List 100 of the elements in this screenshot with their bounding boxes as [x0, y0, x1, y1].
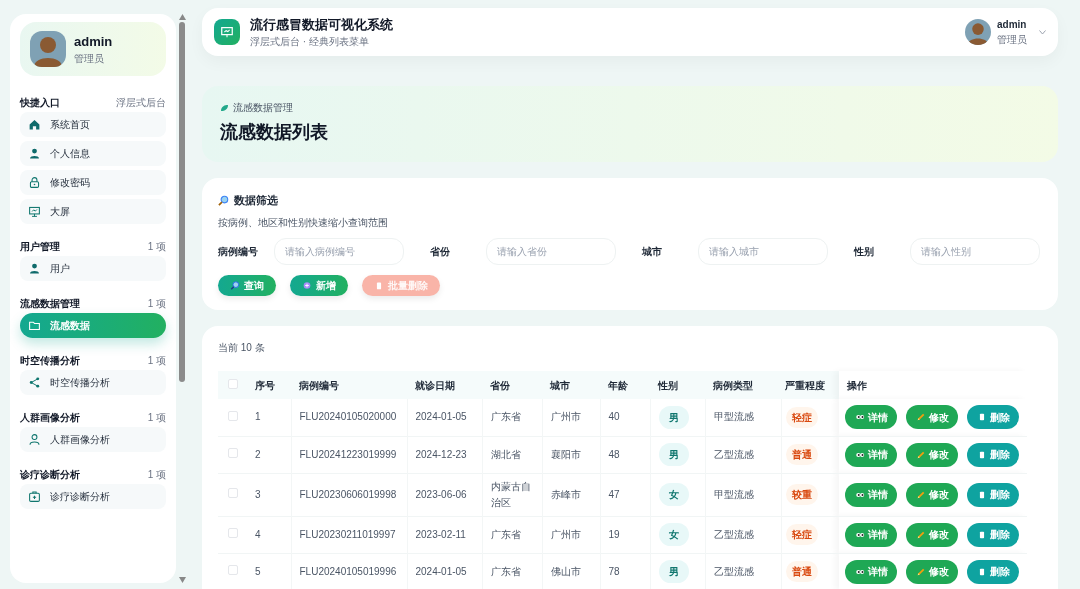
section-title: 数据筛选	[234, 193, 278, 208]
group-count: 1 项	[147, 296, 166, 311]
table-cell: 乙型流感	[713, 565, 754, 577]
table-cell: 47	[608, 488, 620, 500]
row-action-button[interactable]: 修改	[906, 522, 958, 547]
person-icon	[28, 433, 41, 446]
lock-icon	[28, 176, 41, 189]
field-label: 城市	[642, 244, 663, 259]
row-action-button[interactable]: 删除	[967, 522, 1019, 547]
row-action-button[interactable]: 删除	[967, 559, 1019, 584]
row-action-button[interactable]: 修改	[906, 405, 958, 430]
filter-button[interactable]: 新增	[290, 274, 348, 296]
sidebar-item[interactable]: 用户	[20, 256, 166, 281]
table-cell: 甲型流感	[713, 411, 754, 423]
checkbox[interactable]	[228, 448, 238, 458]
sidebar-item[interactable]: 诊疗诊断分析	[20, 484, 166, 509]
row-action-button[interactable]: 删除	[967, 405, 1019, 430]
row-action-button[interactable]: 详情	[845, 442, 897, 467]
row-action-button[interactable]: 详情	[845, 482, 897, 507]
row-action-button[interactable]: 详情	[845, 522, 897, 547]
checkbox[interactable]	[228, 528, 238, 538]
severity-tag: 轻症	[785, 406, 818, 428]
home-icon	[28, 118, 41, 131]
filter-button[interactable]: 查询	[218, 274, 276, 296]
table-cell: FLU20230606019998	[299, 488, 397, 500]
input-field[interactable]: 请输入性别	[910, 237, 1040, 265]
table-cell: 乙型流感	[713, 528, 754, 540]
group-count: 浮层式后台	[116, 95, 166, 110]
input-field[interactable]: 请输入病例编号	[274, 237, 404, 265]
sidebar-item[interactable]: 大屏	[20, 199, 166, 224]
table-cell: 广州市	[550, 411, 581, 423]
row-action-button[interactable]: 修改	[906, 559, 958, 584]
column-header: 年龄	[608, 379, 628, 391]
chevron-down-icon[interactable]	[1039, 29, 1046, 35]
group-count: 1 项	[147, 353, 166, 368]
table-cell: 广东省	[490, 565, 521, 577]
pencil-icon	[915, 412, 926, 423]
group-count: 1 项	[147, 467, 166, 482]
user-menu[interactable]: admin 管理员	[965, 17, 1046, 47]
pencil-icon	[915, 529, 926, 540]
page-title: 流感数据列表	[220, 121, 329, 144]
scrollbar-thumb[interactable]	[179, 22, 185, 382]
group-title: 流感数据管理	[20, 296, 80, 311]
checkbox[interactable]	[228, 378, 238, 389]
table-cell: FLU20241223019999	[299, 448, 397, 460]
gender-tag: 男	[658, 405, 689, 429]
input-field[interactable]: 请输入省份	[486, 237, 616, 265]
logo-icon	[214, 19, 240, 45]
table-cell: 2	[255, 448, 261, 460]
record-count: 当前 10 条	[218, 341, 266, 355]
table-cell: 乙型流感	[713, 448, 754, 460]
table-cell: 内蒙古自治区	[490, 480, 531, 508]
gender-tag: 男	[658, 560, 689, 583]
row-action-button[interactable]: 删除	[967, 482, 1019, 507]
severity-tag: 较重	[785, 484, 818, 505]
presentation-board-icon	[28, 205, 41, 218]
sidebar-item[interactable]: 个人信息	[20, 141, 166, 166]
table-cell: FLU20230211019997	[299, 528, 396, 540]
avatar	[30, 31, 66, 67]
severity-tag: 轻症	[785, 524, 818, 545]
row-action-button[interactable]: 修改	[906, 442, 958, 467]
group-title: 诊疗诊断分析	[20, 467, 80, 482]
checkbox[interactable]	[228, 565, 238, 575]
scroll-down-icon[interactable]	[178, 577, 186, 583]
group-title: 快捷入口	[20, 95, 60, 110]
group-title: 人群画像分析	[20, 410, 80, 425]
table-cell: 2023-06-06	[415, 488, 467, 500]
user-name: admin	[74, 32, 113, 51]
sidebar-item[interactable]: 人群画像分析	[20, 427, 166, 452]
column-header: 严重程度	[785, 379, 825, 391]
input-field[interactable]: 请输入城市	[698, 237, 828, 265]
gender-tag: 女	[658, 523, 689, 546]
row-action-button[interactable]: 删除	[967, 442, 1019, 467]
table-cell: 赤峰市	[550, 488, 581, 500]
scroll-up-icon[interactable]	[178, 14, 186, 20]
table-cell: FLU20240105019996	[299, 565, 397, 577]
group-count: 1 项	[147, 239, 166, 254]
column-header: 病例编号	[299, 379, 339, 391]
sidebar-item[interactable]: 时空传播分析	[20, 370, 166, 395]
table-cell: 广东省	[490, 528, 521, 540]
checkbox[interactable]	[228, 410, 238, 421]
magnifier-icon	[218, 194, 229, 206]
sidebar-item[interactable]: 流感数据	[20, 313, 166, 338]
row-action-button[interactable]: 修改	[906, 482, 958, 507]
folder-icon	[28, 319, 41, 332]
sidebar-item[interactable]: 修改密码	[20, 170, 166, 195]
table-cell: 4	[255, 528, 261, 540]
column-header: 就诊日期	[415, 379, 455, 391]
leaf-icon	[220, 103, 229, 112]
row-action-button[interactable]: 详情	[845, 559, 897, 584]
column-header: 序号	[255, 379, 275, 391]
group-title: 用户管理	[20, 239, 60, 254]
table-cell: 佛山市	[550, 565, 581, 577]
plus-icon	[302, 279, 312, 291]
filter-button: 批量删除	[362, 274, 440, 296]
column-header: 性别	[658, 379, 678, 391]
sidebar-item[interactable]: 系统首页	[20, 112, 166, 137]
row-action-button[interactable]: 详情	[845, 405, 897, 430]
checkbox[interactable]	[228, 488, 238, 498]
section-description: 按病例、地区和性别快速缩小查询范围	[218, 215, 389, 230]
